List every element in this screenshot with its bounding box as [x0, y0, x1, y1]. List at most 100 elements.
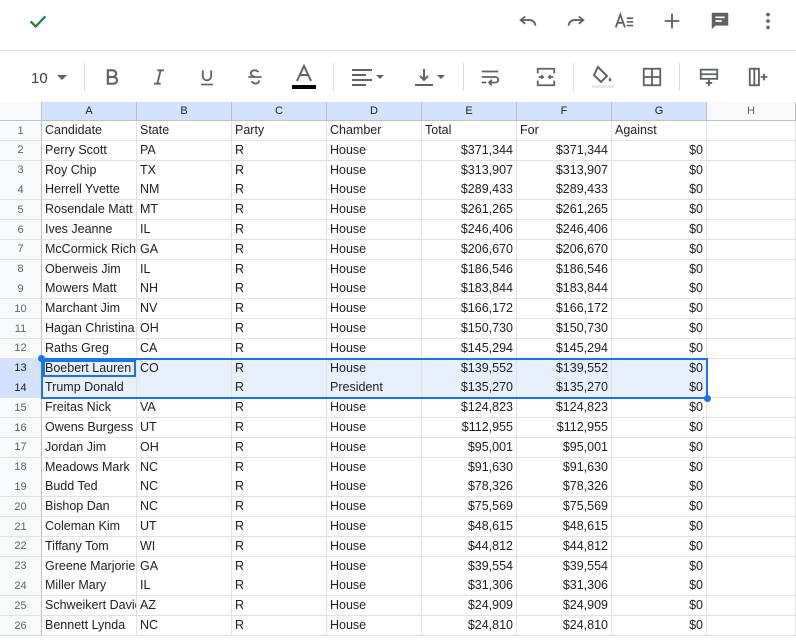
- redo-icon[interactable]: [563, 8, 589, 34]
- cell-g19[interactable]: $0: [612, 477, 707, 498]
- cell-b7[interactable]: GA: [137, 239, 232, 260]
- cell-g12[interactable]: $0: [612, 338, 707, 359]
- cell-a16[interactable]: Owens Burgess: [42, 418, 137, 438]
- cell-f25[interactable]: $24,909: [517, 596, 612, 617]
- cell-b19[interactable]: NC: [137, 477, 232, 498]
- row-header-13[interactable]: 13: [0, 358, 42, 379]
- cell-d24[interactable]: House: [327, 576, 422, 597]
- cell-e7[interactable]: $206,670: [422, 239, 517, 260]
- row-header-10[interactable]: 10: [0, 299, 42, 320]
- cell-a15[interactable]: Freitas Nick: [42, 398, 137, 419]
- row-header-7[interactable]: 7: [0, 239, 42, 260]
- cell-d17[interactable]: House: [327, 437, 422, 458]
- cell-d18[interactable]: House: [327, 457, 422, 478]
- cell-f10[interactable]: $166,172: [517, 299, 612, 320]
- row-header-8[interactable]: 8: [0, 259, 42, 280]
- cell-d7[interactable]: House: [327, 239, 422, 260]
- row-header-19[interactable]: 19: [0, 477, 42, 498]
- cell-d23[interactable]: House: [327, 556, 422, 577]
- cell-e26[interactable]: $24,810: [422, 616, 517, 636]
- cell-e13[interactable]: $139,552: [422, 358, 517, 379]
- cell-f9[interactable]: $183,844: [517, 279, 612, 300]
- column-header-d[interactable]: D: [327, 102, 422, 121]
- strikethrough-icon[interactable]: [242, 64, 268, 90]
- cell-c10[interactable]: R: [232, 299, 327, 320]
- insert-column-icon[interactable]: [745, 64, 771, 90]
- cell-f18[interactable]: $91,630: [517, 457, 612, 478]
- cell-d21[interactable]: House: [327, 517, 422, 537]
- cell-a8[interactable]: Oberweis Jim: [42, 259, 137, 280]
- cell-a13[interactable]: Boebert Lauren: [42, 358, 137, 379]
- add-icon[interactable]: [659, 8, 685, 34]
- cell-e20[interactable]: $75,569: [422, 497, 517, 518]
- cell-a7[interactable]: McCormick Rich: [42, 239, 137, 260]
- cell-b3[interactable]: TX: [137, 160, 232, 181]
- cell-h22[interactable]: [707, 536, 796, 557]
- cell-b2[interactable]: PA: [137, 140, 232, 161]
- column-header-h[interactable]: H: [707, 102, 796, 121]
- text-format-icon[interactable]: [611, 8, 637, 34]
- column-header-f[interactable]: F: [517, 102, 612, 121]
- cell-b11[interactable]: OH: [137, 319, 232, 339]
- cell-c5[interactable]: R: [232, 200, 327, 221]
- cell-b17[interactable]: OH: [137, 437, 232, 458]
- cell-d15[interactable]: House: [327, 398, 422, 419]
- cell-f11[interactable]: $150,730: [517, 319, 612, 339]
- cell-e14[interactable]: $135,270: [422, 378, 517, 399]
- cell-a21[interactable]: Coleman Kim: [42, 517, 137, 537]
- cell-h24[interactable]: [707, 576, 796, 597]
- cell-b5[interactable]: MT: [137, 200, 232, 221]
- cell-b12[interactable]: CA: [137, 338, 232, 359]
- cell-c26[interactable]: R: [232, 616, 327, 636]
- cell-e11[interactable]: $150,730: [422, 319, 517, 339]
- selection-handle-top-left[interactable]: [38, 354, 45, 362]
- cell-h13[interactable]: [707, 358, 796, 379]
- cell-d12[interactable]: House: [327, 338, 422, 359]
- cell-h5[interactable]: [707, 200, 796, 221]
- cell-c22[interactable]: R: [232, 536, 327, 557]
- cell-h25[interactable]: [707, 596, 796, 617]
- row-header-11[interactable]: 11: [0, 319, 42, 339]
- cell-g6[interactable]: $0: [612, 220, 707, 240]
- cell-f17[interactable]: $95,001: [517, 437, 612, 458]
- cell-c12[interactable]: R: [232, 338, 327, 359]
- vertical-align-icon[interactable]: [411, 64, 451, 90]
- cell-a24[interactable]: Miller Mary: [42, 576, 137, 597]
- cell-a22[interactable]: Tiffany Tom: [42, 536, 137, 557]
- cell-a25[interactable]: Schweikert David: [42, 596, 137, 617]
- row-header-26[interactable]: 26: [0, 616, 42, 636]
- cell-g17[interactable]: $0: [612, 437, 707, 458]
- cell-c9[interactable]: R: [232, 279, 327, 300]
- cell-e4[interactable]: $289,433: [422, 180, 517, 201]
- cell-g11[interactable]: $0: [612, 319, 707, 339]
- italic-icon[interactable]: [146, 64, 172, 90]
- row-header-6[interactable]: 6: [0, 220, 42, 240]
- cell-e22[interactable]: $44,812: [422, 536, 517, 557]
- column-header-a[interactable]: A: [42, 102, 137, 121]
- row-header-23[interactable]: 23: [0, 556, 42, 577]
- cell-h7[interactable]: [707, 239, 796, 260]
- select-all-corner[interactable]: [0, 102, 42, 121]
- cell-c21[interactable]: R: [232, 517, 327, 537]
- cell-f5[interactable]: $261,265: [517, 200, 612, 221]
- cell-e2[interactable]: $371,344: [422, 140, 517, 161]
- cell-a18[interactable]: Meadows Mark: [42, 457, 137, 478]
- cell-h6[interactable]: [707, 220, 796, 240]
- cell-a10[interactable]: Marchant Jim: [42, 299, 137, 320]
- cell-f2[interactable]: $371,344: [517, 140, 612, 161]
- cell-g5[interactable]: $0: [612, 200, 707, 221]
- cell-e10[interactable]: $166,172: [422, 299, 517, 320]
- cell-g21[interactable]: $0: [612, 517, 707, 537]
- cell-c14[interactable]: R: [232, 378, 327, 399]
- cell-d16[interactable]: House: [327, 418, 422, 438]
- cell-h11[interactable]: [707, 319, 796, 339]
- cell-e21[interactable]: $48,615: [422, 517, 517, 537]
- cell-f22[interactable]: $44,812: [517, 536, 612, 557]
- fill-color-icon[interactable]: [589, 63, 617, 91]
- cell-c4[interactable]: R: [232, 180, 327, 201]
- comment-icon[interactable]: [707, 8, 733, 34]
- row-header-3[interactable]: 3: [0, 160, 42, 181]
- cell-h17[interactable]: [707, 437, 796, 458]
- cell-c2[interactable]: R: [232, 140, 327, 161]
- cell-f26[interactable]: $24,810: [517, 616, 612, 636]
